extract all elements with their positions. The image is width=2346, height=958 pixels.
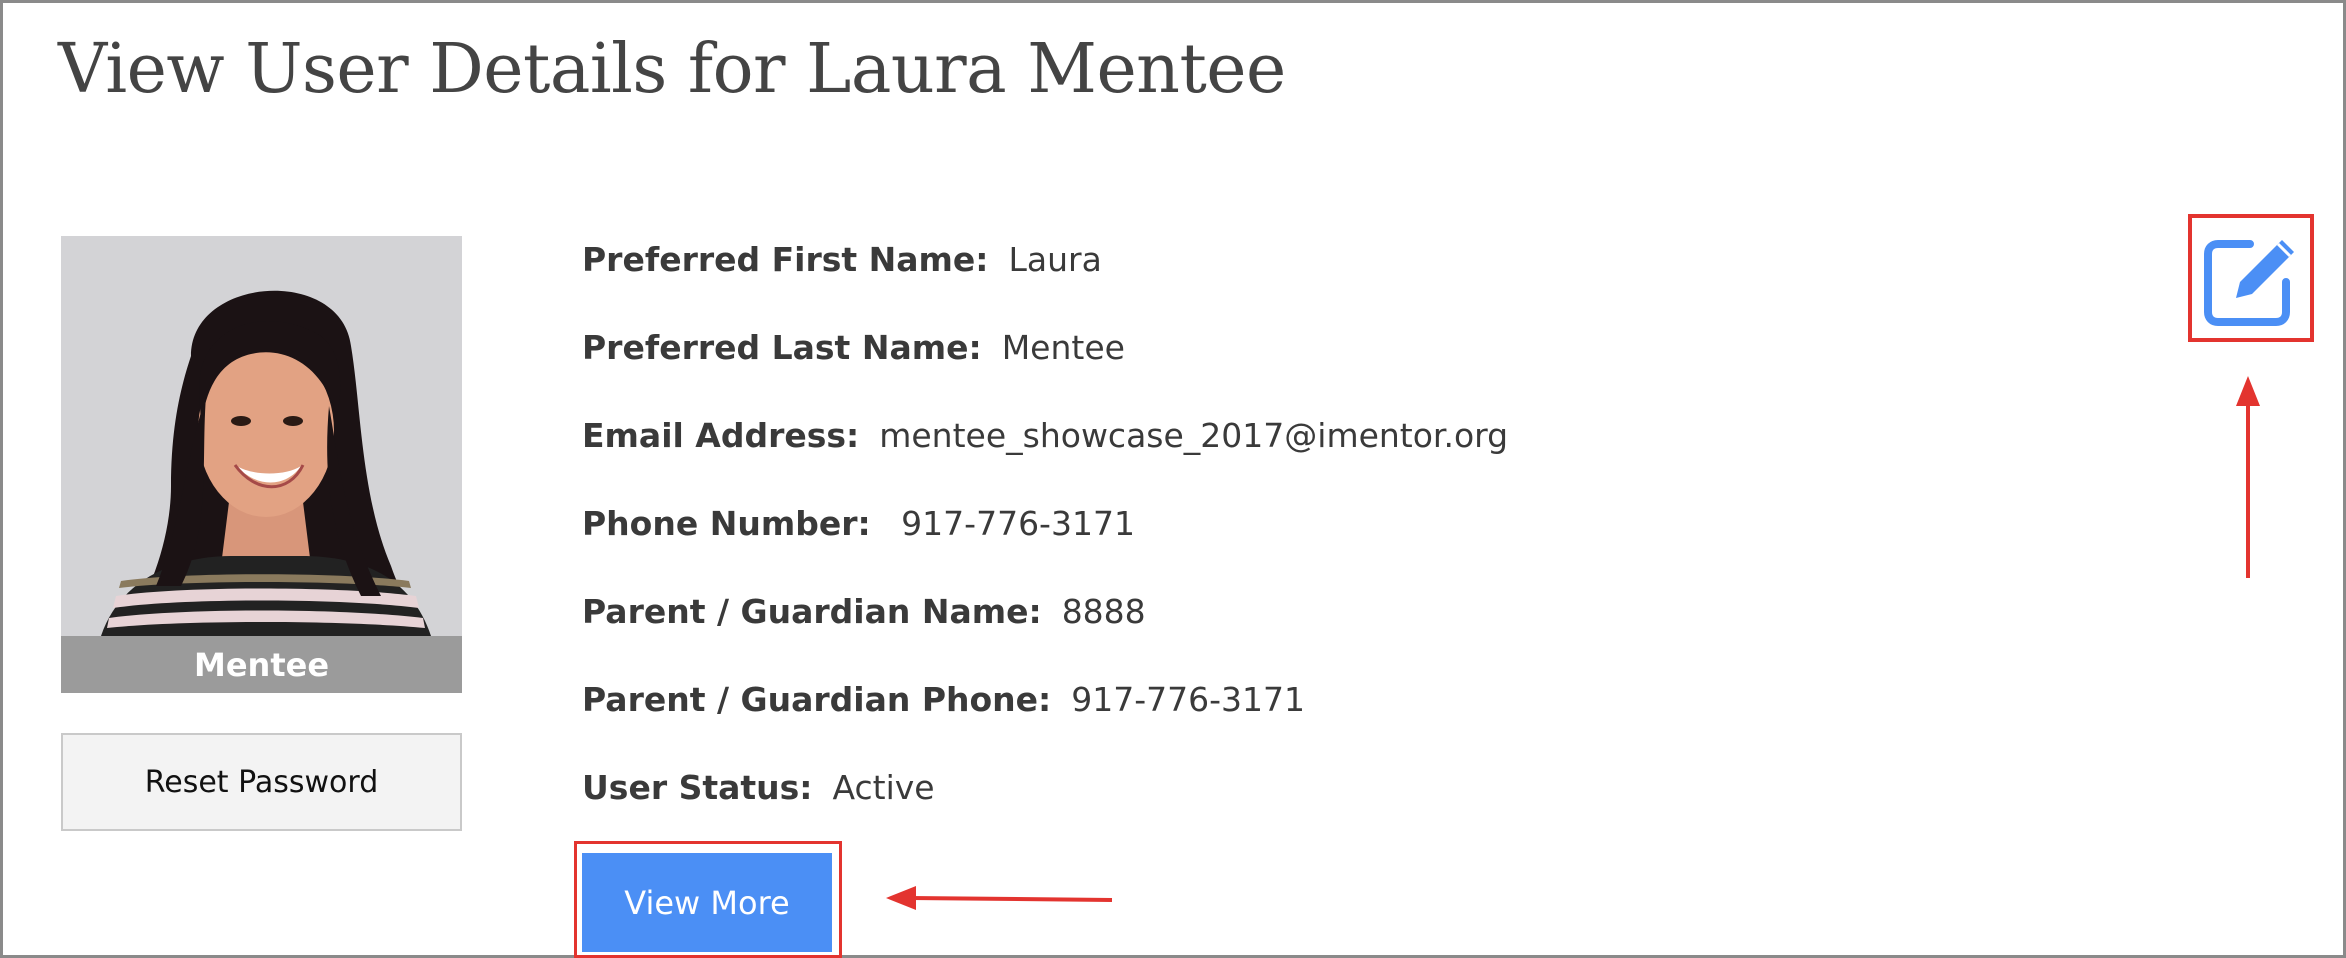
detail-row-phone: Phone Number: 917-776-3171: [582, 498, 1135, 548]
detail-row-first-name: Preferred First Name: Laura: [582, 234, 1102, 284]
detail-label: Email Address:: [582, 415, 860, 455]
detail-value: Active: [832, 767, 935, 807]
reset-password-button[interactable]: Reset Password: [61, 733, 462, 831]
detail-value: mentee_showcase_2017@imentor.org: [879, 415, 1509, 455]
detail-label: Preferred Last Name:: [582, 327, 982, 367]
detail-label: Parent / Guardian Phone:: [582, 679, 1052, 719]
detail-row-guardian-name: Parent / Guardian Name: 8888: [582, 586, 1146, 636]
detail-label: Parent / Guardian Name:: [582, 591, 1042, 631]
detail-label: User Status:: [582, 767, 813, 807]
page-title: View User Details for Laura Mentee: [58, 30, 1286, 109]
detail-value: Laura: [1008, 239, 1102, 279]
view-more-button[interactable]: View More: [582, 853, 832, 952]
detail-label: Preferred First Name:: [582, 239, 989, 279]
detail-label: Phone Number:: [582, 503, 871, 543]
avatar-card: Mentee: [61, 236, 462, 693]
detail-value: 917-776-3171: [890, 503, 1135, 543]
avatar-photo-illustration: [61, 236, 462, 636]
detail-row-guardian-phone: Parent / Guardian Phone: 917-776-3171: [582, 674, 1305, 724]
arrow-left-icon: [886, 886, 1113, 910]
arrow-up-icon: [2236, 376, 2260, 578]
detail-value: 917-776-3171: [1071, 679, 1306, 719]
edit-icon[interactable]: [2200, 230, 2302, 332]
detail-value: Mentee: [1001, 327, 1125, 367]
detail-row-email: Email Address: mentee_showcase_2017@imen…: [582, 410, 1508, 460]
avatar: [61, 236, 462, 636]
role-badge: Mentee: [61, 636, 462, 693]
detail-row-user-status: User Status: Active: [582, 762, 935, 812]
detail-value: 8888: [1061, 591, 1146, 631]
detail-row-last-name: Preferred Last Name: Mentee: [582, 322, 1125, 372]
